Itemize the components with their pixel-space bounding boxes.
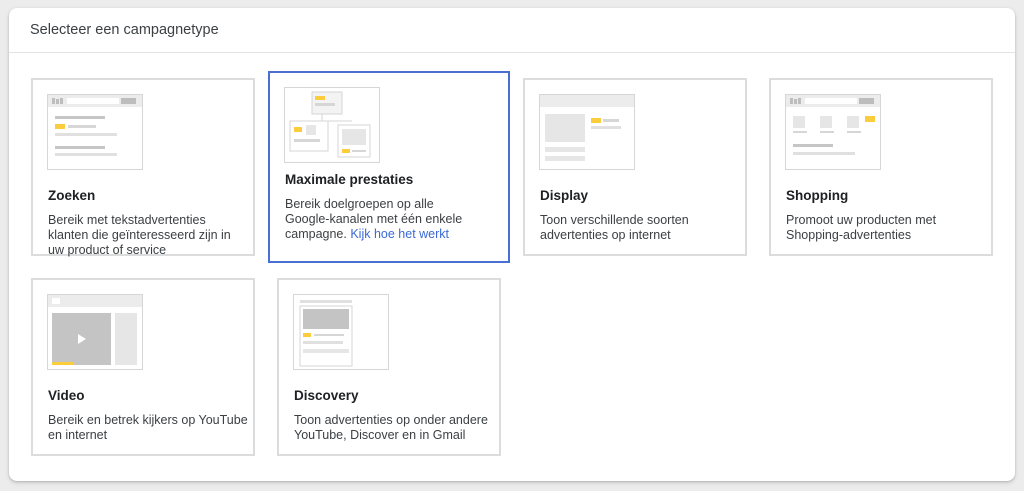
- card-title: Maximale prestaties: [285, 172, 414, 187]
- search-ad-illustration: [47, 94, 143, 170]
- campaign-card-search[interactable]: Zoeken Bereik met tekstadvertenties klan…: [31, 78, 255, 257]
- discovery-ad-illustration: [293, 294, 389, 370]
- card-description: Bereik met tekstadvertenties klanten die…: [48, 213, 231, 257]
- display-ad-illustration: [539, 94, 635, 170]
- campaign-card-performance-max[interactable]: Maximale prestaties Bereik doelgroepen o…: [268, 71, 510, 263]
- video-ad-illustration: [47, 294, 143, 370]
- shopping-ad-illustration: [785, 94, 881, 170]
- card-title: Video: [48, 388, 85, 403]
- campaign-type-dialog: Selecteer een campagnetype Zoeken Bereik…: [9, 8, 1015, 481]
- card-title: Shopping: [786, 188, 849, 203]
- card-description: Bereik en betrek kijkers op YouTube en i…: [48, 413, 248, 442]
- campaign-card-video[interactable]: Video Bereik en betrek kijkers op YouTub…: [31, 278, 255, 456]
- card-title: Display: [540, 188, 589, 203]
- card-title: Zoeken: [48, 188, 96, 203]
- learn-more-link[interactable]: Kijk hoe het werkt: [350, 227, 449, 241]
- campaign-card-display[interactable]: Display Toon verschillende soorten adver…: [523, 78, 747, 256]
- card-description: Promoot uw producten met Shopping-advert…: [786, 213, 937, 242]
- performance-max-illustration: [284, 87, 380, 163]
- card-description: Toon verschillende soorten advertenties …: [540, 213, 689, 242]
- card-description: Toon advertenties op onder andere YouTub…: [294, 413, 488, 442]
- card-title: Discovery: [294, 388, 359, 403]
- card-description: Bereik doelgroepen op alle Google-kanale…: [285, 197, 481, 242]
- dialog-title: Selecteer een campagnetype: [9, 8, 1015, 53]
- campaign-card-discovery[interactable]: Discovery Toon advertenties op onder and…: [277, 278, 501, 456]
- campaign-card-shopping[interactable]: Shopping Promoot uw producten met Shoppi…: [769, 78, 993, 256]
